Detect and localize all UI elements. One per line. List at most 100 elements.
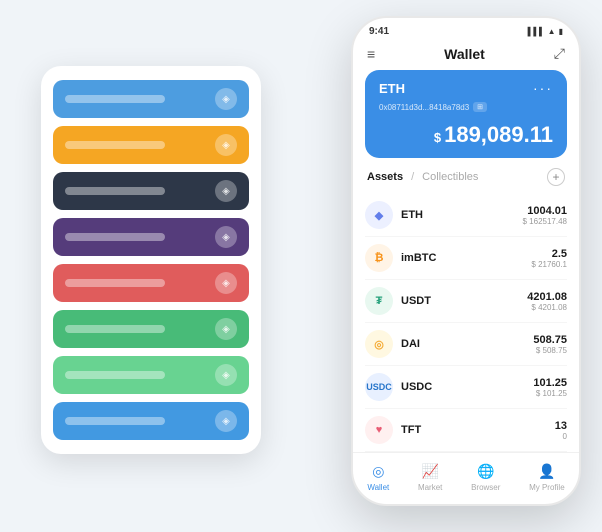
market-nav-label: Market bbox=[418, 483, 442, 492]
stack-card-1[interactable]: ◈ bbox=[53, 80, 249, 118]
eth-card-balance: $189,089.11 bbox=[379, 122, 553, 148]
menu-icon[interactable]: ≡ bbox=[367, 46, 375, 62]
usdt-usd: $ 4201.08 bbox=[527, 303, 567, 312]
stack-card-3[interactable]: ◈ bbox=[53, 172, 249, 210]
stack-card-icon-5: ◈ bbox=[215, 272, 237, 294]
asset-list: ◆ ETH 1004.01 $ 162517.48 ₿ imBTC 2.5 $ … bbox=[353, 194, 579, 452]
stack-card-label-5 bbox=[65, 279, 165, 287]
stack-card-2[interactable]: ◈ bbox=[53, 126, 249, 164]
add-asset-button[interactable]: + bbox=[547, 168, 565, 186]
nav-profile[interactable]: 👤 My Profile bbox=[529, 461, 565, 492]
usdt-amount: 4201.08 bbox=[527, 291, 567, 303]
stack-card-label-4 bbox=[65, 233, 165, 241]
eth-card[interactable]: ETH ··· 0x08711d3d...8418a78d3 ⊞ $189,08… bbox=[365, 70, 567, 158]
usdt-balance: 4201.08 $ 4201.08 bbox=[527, 291, 567, 312]
eth-balance: 1004.01 $ 162517.48 bbox=[523, 205, 568, 226]
tab-divider: / bbox=[411, 171, 414, 183]
balance-symbol: $ bbox=[434, 130, 441, 145]
tft-balance: 13 0 bbox=[555, 420, 567, 441]
stack-card-4[interactable]: ◈ bbox=[53, 218, 249, 256]
stack-card-label-6 bbox=[65, 325, 165, 333]
market-nav-icon: 📈 bbox=[420, 461, 440, 481]
nav-wallet[interactable]: ◎ Wallet bbox=[367, 461, 389, 492]
stack-card-7[interactable]: ◈ bbox=[53, 356, 249, 394]
stack-card-icon-1: ◈ bbox=[215, 88, 237, 110]
dai-name: DAI bbox=[401, 338, 533, 350]
assets-tabs-left: Assets / Collectibles bbox=[367, 171, 478, 183]
eth-icon: ◆ bbox=[365, 201, 393, 229]
nav-browser[interactable]: 🌐 Browser bbox=[471, 461, 500, 492]
eth-card-name: ETH bbox=[379, 81, 405, 96]
balance-amount: 189,089.11 bbox=[444, 122, 553, 147]
eth-card-address: 0x08711d3d...8418a78d3 ⊞ bbox=[379, 102, 553, 112]
page-title: Wallet bbox=[444, 46, 485, 62]
asset-item-dai[interactable]: ◎ DAI 508.75 $ 508.75 bbox=[365, 323, 567, 366]
stack-card-icon-7: ◈ bbox=[215, 364, 237, 386]
asset-item-tft[interactable]: ♥ TFT 13 0 bbox=[365, 409, 567, 452]
stack-card-8[interactable]: ◈ bbox=[53, 402, 249, 440]
nav-market[interactable]: 📈 Market bbox=[418, 461, 442, 492]
stack-card-6[interactable]: ◈ bbox=[53, 310, 249, 348]
stack-card-icon-4: ◈ bbox=[215, 226, 237, 248]
stack-card-5[interactable]: ◈ bbox=[53, 264, 249, 302]
status-icons: ▌▌▌ ▲ ▮ bbox=[528, 27, 563, 36]
eth-usd: $ 162517.48 bbox=[523, 217, 568, 226]
wallet-nav-icon: ◎ bbox=[368, 461, 388, 481]
browser-nav-icon: 🌐 bbox=[476, 461, 496, 481]
usdc-icon: USDC bbox=[365, 373, 393, 401]
usdt-icon: ₮ bbox=[365, 287, 393, 315]
assets-tabs: Assets / Collectibles + bbox=[353, 168, 579, 194]
dai-usd: $ 508.75 bbox=[533, 346, 567, 355]
asset-item-usdt[interactable]: ₮ USDT 4201.08 $ 4201.08 bbox=[365, 280, 567, 323]
eth-card-menu[interactable]: ··· bbox=[533, 80, 553, 96]
profile-nav-icon: 👤 bbox=[537, 461, 557, 481]
stack-card-icon-3: ◈ bbox=[215, 180, 237, 202]
asset-item-usdc[interactable]: USDC USDC 101.25 $ 101.25 bbox=[365, 366, 567, 409]
bottom-nav: ◎ Wallet 📈 Market 🌐 Browser 👤 My Profile bbox=[353, 452, 579, 504]
stack-card-label-7 bbox=[65, 371, 165, 379]
tab-assets[interactable]: Assets bbox=[367, 171, 403, 183]
dai-balance: 508.75 $ 508.75 bbox=[533, 334, 567, 355]
dai-icon: ◎ bbox=[365, 330, 393, 358]
tft-name: TFT bbox=[401, 424, 555, 436]
usdc-usd: $ 101.25 bbox=[533, 389, 567, 398]
status-time: 9:41 bbox=[369, 26, 389, 37]
imbtc-usd: $ 21760.1 bbox=[531, 260, 567, 269]
battery-icon: ▮ bbox=[559, 27, 563, 36]
expand-icon[interactable]: ⤢ bbox=[554, 45, 565, 62]
usdc-name: USDC bbox=[401, 381, 533, 393]
tft-amount: 13 bbox=[555, 420, 567, 432]
tab-collectibles[interactable]: Collectibles bbox=[422, 171, 478, 183]
stack-card-label-1 bbox=[65, 95, 165, 103]
eth-address-text: 0x08711d3d...8418a78d3 bbox=[379, 103, 469, 112]
card-stack: ◈ ◈ ◈ ◈ ◈ ◈ ◈ ◈ bbox=[41, 66, 261, 454]
browser-nav-label: Browser bbox=[471, 483, 500, 492]
phone-header: ≡ Wallet ⤢ bbox=[353, 41, 579, 70]
imbtc-balance: 2.5 $ 21760.1 bbox=[531, 248, 567, 269]
tft-icon: ♥ bbox=[365, 416, 393, 444]
stack-card-label-2 bbox=[65, 141, 165, 149]
status-bar: 9:41 ▌▌▌ ▲ ▮ bbox=[353, 18, 579, 41]
usdc-amount: 101.25 bbox=[533, 377, 567, 389]
stack-card-icon-6: ◈ bbox=[215, 318, 237, 340]
stack-card-label-3 bbox=[65, 187, 165, 195]
eth-name: ETH bbox=[401, 209, 523, 221]
stack-card-label-8 bbox=[65, 417, 165, 425]
imbtc-icon: ₿ bbox=[365, 244, 393, 272]
signal-icon: ▌▌▌ bbox=[528, 27, 545, 36]
imbtc-name: imBTC bbox=[401, 252, 531, 264]
scene: ◈ ◈ ◈ ◈ ◈ ◈ ◈ ◈ bbox=[21, 16, 581, 516]
wallet-nav-label: Wallet bbox=[367, 483, 389, 492]
stack-card-icon-8: ◈ bbox=[215, 410, 237, 432]
phone: 9:41 ▌▌▌ ▲ ▮ ≡ Wallet ⤢ ETH ··· 0x08711d… bbox=[351, 16, 581, 506]
dai-amount: 508.75 bbox=[533, 334, 567, 346]
wifi-icon: ▲ bbox=[548, 27, 556, 36]
asset-item-eth[interactable]: ◆ ETH 1004.01 $ 162517.48 bbox=[365, 194, 567, 237]
eth-amount: 1004.01 bbox=[523, 205, 568, 217]
asset-item-imbtc[interactable]: ₿ imBTC 2.5 $ 21760.1 bbox=[365, 237, 567, 280]
usdt-name: USDT bbox=[401, 295, 527, 307]
eth-card-top: ETH ··· bbox=[379, 80, 553, 96]
eth-address-tag: ⊞ bbox=[473, 102, 487, 112]
tft-usd: 0 bbox=[555, 432, 567, 441]
usdc-balance: 101.25 $ 101.25 bbox=[533, 377, 567, 398]
